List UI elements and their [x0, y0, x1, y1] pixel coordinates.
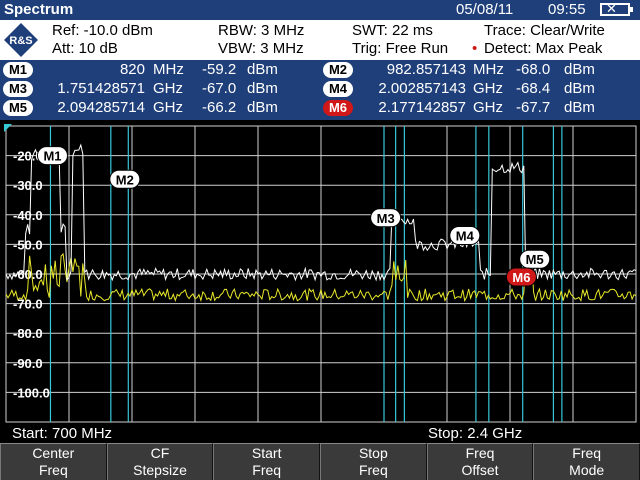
start-frequency: Start: 700 MHz: [12, 425, 113, 442]
trigger-mode[interactable]: Trig: Free Run: [352, 40, 448, 57]
marker-level: -67.0: [202, 80, 237, 97]
marker-frequency: 2.094285714: [57, 99, 145, 116]
marker-frequency: 982.857143: [386, 61, 466, 78]
spectrum-graph[interactable]: -20.0-30.0-40.0-50.0-60.0-70.0-80.0-90.0…: [0, 120, 640, 425]
marker-level-unit: dBm: [564, 61, 595, 78]
y-axis-label: -80.0: [13, 326, 43, 341]
softkey-label: Freq: [572, 445, 602, 461]
freq-offset-softkey[interactable]: Freq Offset: [426, 443, 534, 480]
app-title: Spectrum: [4, 1, 74, 18]
rbw-setting[interactable]: RBW: 3 MHz: [218, 22, 304, 39]
center-freq-softkey[interactable]: Center Freq: [0, 443, 107, 480]
reference-corner-icon: [4, 124, 12, 132]
frequency-span-bar: Start: 700 MHz Stop: 2.4 GHz: [0, 425, 640, 443]
marker-level: -68.4: [516, 80, 551, 97]
marker-frequency: 2.177142857: [378, 99, 466, 116]
trace-mode[interactable]: Trace: Clear/Write: [484, 22, 605, 39]
y-axis-label: -50.0: [13, 237, 43, 252]
marker-badge-m5[interactable]: M5: [3, 100, 33, 116]
marker-bubble-label: M1: [43, 149, 61, 164]
marker-frequency: 820: [119, 61, 145, 78]
title-bar: Spectrum 05/08/11 09:55 ✕: [0, 0, 640, 20]
softkey-label: Start: [251, 445, 282, 461]
svg-text:R&S: R&S: [9, 35, 32, 47]
y-axis-label: -90.0: [13, 356, 43, 371]
softkey-bar: Center Freq CF Stepsize Start Freq Stop Freq…: [0, 443, 640, 480]
marker-row: M5 2.094285714 GHz -66.2 dBm M6 2.177142…: [0, 99, 640, 119]
vbw-setting[interactable]: VBW: 3 MHz: [218, 40, 304, 57]
settings-panel: R&S Ref: -10.0 dBm Att: 10 dB RBW: 3 MHz…: [0, 20, 640, 60]
marker-frequency-unit: MHz: [153, 61, 184, 78]
marker-frequency-unit: GHz: [153, 80, 183, 97]
marker-frequency-unit: GHz: [473, 99, 503, 116]
softkey-label: Stepsize: [133, 462, 187, 478]
battery-icon: ✕: [600, 1, 633, 16]
start-freq-softkey[interactable]: Start Freq: [213, 443, 321, 480]
marker-level: -68.0: [516, 61, 551, 78]
stop-frequency: Stop: 2.4 GHz: [428, 425, 523, 442]
marker-badge-m3[interactable]: M3: [3, 81, 33, 97]
marker-badge-m6[interactable]: M6: [323, 100, 353, 116]
marker-row: M1 820 MHz -59.2 dBm M2 982.857143 MHz -…: [0, 61, 640, 81]
softkey-label: Center: [32, 445, 75, 461]
marker-bubble-label: M4: [456, 229, 475, 244]
attenuation[interactable]: Att: 10 dB: [52, 40, 118, 57]
marker-bubble-label: M3: [377, 211, 395, 226]
marker-bubble-label: M2: [116, 172, 134, 187]
marker-table: M1 820 MHz -59.2 dBm M2 982.857143 MHz -…: [0, 60, 640, 120]
softkey-label: Mode: [569, 462, 605, 478]
sweep-time[interactable]: SWT: 22 ms: [352, 22, 433, 39]
softkey-label: Freq: [38, 462, 68, 478]
softkey-label: Freq: [465, 445, 495, 461]
y-axis-label: -30.0: [13, 178, 43, 193]
marker-frequency: 2.002857143: [378, 80, 466, 97]
softkey-label: Stop: [358, 445, 388, 461]
softkey-label: CF: [150, 445, 170, 461]
marker-badge-m4[interactable]: M4: [323, 81, 353, 97]
marker-bubble-label: M6: [512, 270, 530, 285]
marker-badge-m2[interactable]: M2: [323, 62, 353, 78]
detector-indicator-icon: •: [472, 40, 478, 57]
marker-frequency-unit: GHz: [153, 99, 183, 116]
softkey-label: Offset: [461, 462, 499, 478]
y-axis-label: -40.0: [13, 208, 43, 223]
marker-level: -67.7: [516, 99, 551, 116]
detector-mode[interactable]: Detect: Max Peak: [484, 40, 602, 57]
y-axis-label: -100.0: [13, 385, 50, 400]
spectrum-display[interactable]: -20.0 -30.0 -40.0 -50.0 -60.0 -70.0 -80.0 -90.0…: [0, 120, 640, 425]
marker-level-unit: dBm: [564, 80, 595, 97]
marker-level-unit: dBm: [564, 99, 595, 116]
stop-freq-softkey[interactable]: Stop Freq: [320, 443, 427, 480]
marker-frequency: 1.751428571: [57, 80, 145, 97]
marker-bubble-label: M5: [526, 252, 544, 267]
ref-level[interactable]: Ref: -10.0 dBm: [52, 22, 153, 39]
marker-row: M3 1.751428571 GHz -67.0 dBm M4 2.002857…: [0, 80, 640, 100]
date-display: 05/08/11: [456, 1, 514, 18]
marker-level: -59.2: [202, 61, 237, 78]
time-display: 09:55: [548, 1, 586, 18]
cf-stepsize-softkey[interactable]: CF Stepsize: [106, 443, 214, 480]
marker-frequency-unit: MHz: [473, 61, 504, 78]
softkey-label: Freq: [358, 462, 388, 478]
marker-frequency-unit: GHz: [473, 80, 503, 97]
rohde-schwarz-logo-icon: R&S: [4, 23, 38, 57]
softkey-label: Freq: [252, 462, 282, 478]
marker-level-unit: dBm: [247, 80, 278, 97]
marker-level-unit: dBm: [247, 61, 278, 78]
marker-level-unit: dBm: [247, 99, 278, 116]
freq-mode-softkey[interactable]: Freq Mode: [533, 443, 640, 480]
marker-badge-m1[interactable]: M1: [3, 62, 33, 78]
marker-level: -66.2: [202, 99, 237, 116]
